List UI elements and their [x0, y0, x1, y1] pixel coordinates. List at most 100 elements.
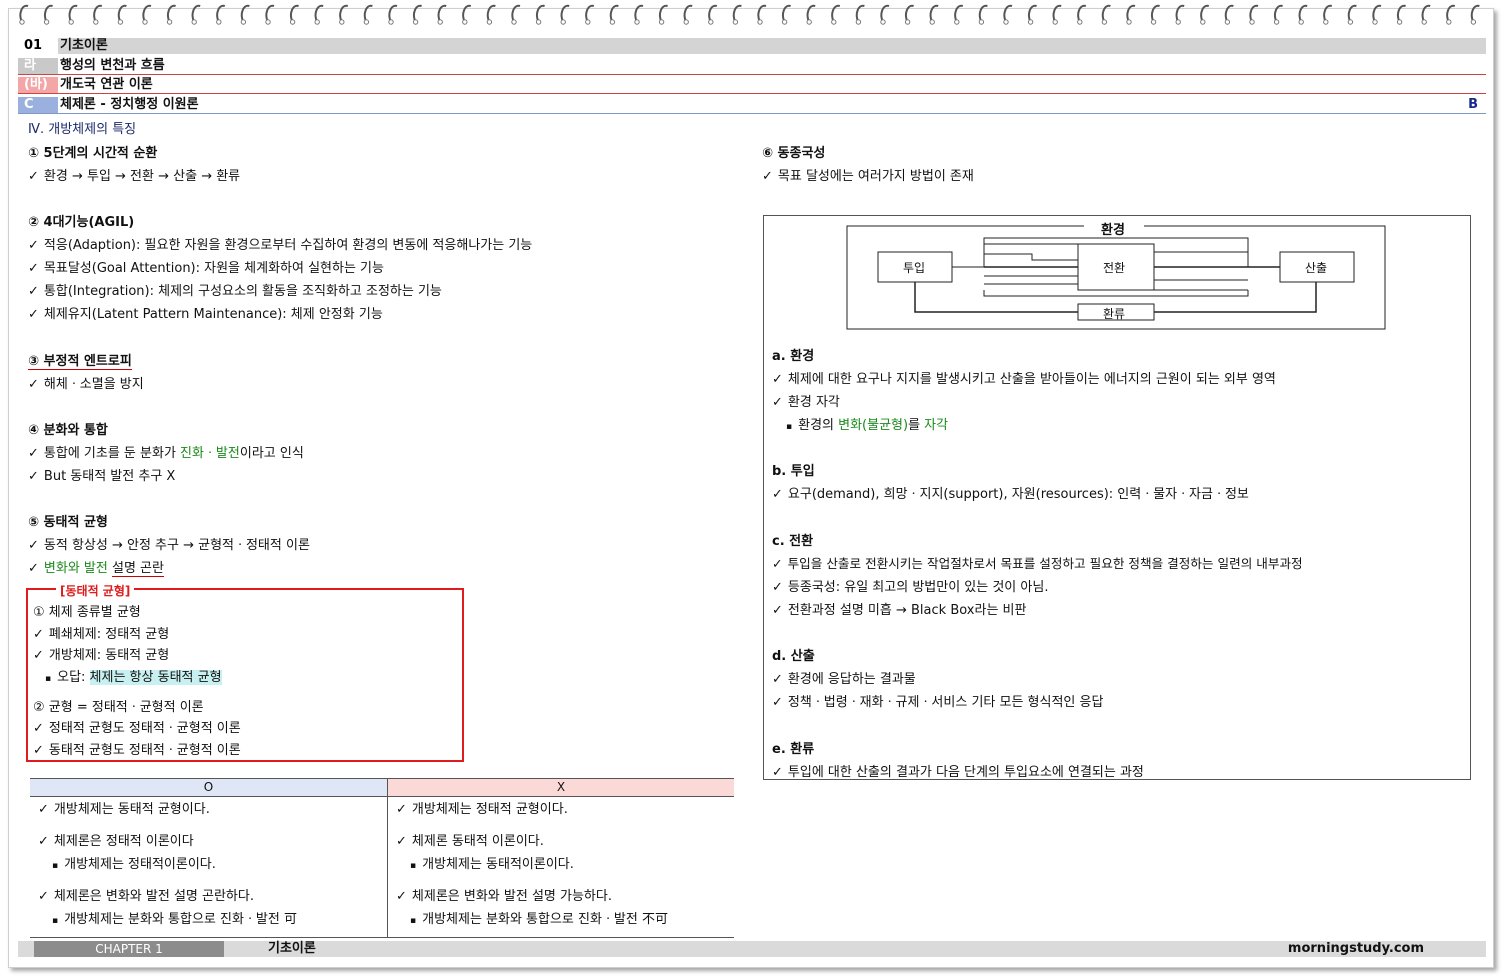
- spiral-hole: [904, 19, 911, 25]
- check-icon: ✓: [772, 556, 783, 571]
- s1-title: ① 5단계의 시간적 순환: [28, 146, 158, 161]
- s5-item: ✓ 변화와 발전 설명 곤란: [28, 561, 164, 577]
- check-icon: ✓: [762, 169, 773, 184]
- header-row-subsection: (바) 개도국 연관 이론: [18, 77, 1486, 94]
- a-item: ✓ 체제에 대한 요구나 지지를 발생시키고 산출을 받아들이는 에너지의 근원이…: [772, 372, 1276, 387]
- footer-site: morningstudy.com: [1287, 941, 1424, 956]
- ox-x-cell: ✓ 개방체제는 정태적 균형이다.: [396, 802, 568, 817]
- spiral-hole: [1101, 19, 1108, 25]
- ox-o-cell: ✓ 체제론은 정태적 이론이다: [38, 834, 194, 849]
- spiral-hole: [1470, 19, 1477, 25]
- diagram-output-label: 산출: [1305, 261, 1328, 275]
- footer-chapter: CHAPTER 1: [34, 941, 224, 957]
- section-title: 행성의 변천과 흐름: [60, 58, 165, 73]
- dynamic-equilibrium-box-title: [동태적 균형]: [56, 582, 135, 599]
- spiral-hole: [1347, 19, 1354, 25]
- box-item: ✓ 정태적 균형도 정태적ㆍ균형적 이론: [33, 721, 241, 736]
- spiral-hole: [117, 19, 124, 25]
- line-b: [984, 253, 1078, 261]
- c-title: c. 전환: [772, 534, 814, 549]
- diagram-conversion-label: 전환: [1103, 261, 1126, 275]
- ox-x-cell: ▪ 개방체제는 동태적이론이다.: [410, 857, 574, 872]
- spiral-hole: [1150, 19, 1157, 25]
- s1-item: ✓ 환경 → 투입 → 전환 → 산출 → 환류: [28, 169, 241, 184]
- bullet-icon: ▪: [410, 861, 417, 871]
- a-item: ✓ 환경 자각: [772, 395, 840, 410]
- spiral-hole: [1396, 19, 1403, 25]
- spiral-hole: [1273, 19, 1280, 25]
- check-icon: ✓: [396, 834, 407, 849]
- spiral-hole: [1027, 19, 1034, 25]
- subsection-title: 개도국 연관 이론: [60, 77, 153, 92]
- spiral-hole: [658, 19, 665, 25]
- check-icon: ✓: [33, 627, 44, 642]
- check-icon: ✓: [38, 834, 49, 849]
- header-row-topic: C 체제론 - 정치행정 이원론 B: [18, 97, 1486, 114]
- check-icon: ✓: [28, 307, 39, 322]
- check-icon: ✓: [28, 561, 39, 576]
- spiral-hole: [1003, 19, 1009, 25]
- spiral-hole: [412, 19, 419, 25]
- feedback-right: [1154, 282, 1317, 313]
- bullet-icon: ▪: [52, 916, 59, 926]
- check-icon: ✓: [33, 721, 44, 736]
- bullet-icon: ▪: [45, 674, 52, 684]
- section-number: 라: [18, 58, 58, 74]
- spiral-hole: [609, 19, 616, 25]
- check-icon: ✓: [28, 284, 39, 299]
- spiral-hole: [93, 19, 99, 25]
- b-title: b. 투입: [772, 464, 815, 479]
- spiral-hole: [1175, 19, 1181, 25]
- subsection-number: (바): [18, 77, 58, 93]
- s5-item: ✓ 동적 항상성 → 안정 추구 → 균형적ㆍ정태적 이론: [28, 538, 310, 553]
- box-subtitle: ② 균형 = 정태적ㆍ균형적 이론: [33, 700, 204, 715]
- ox-o-cell: ✓ 체제론은 변화와 발전 설명 곤란하다.: [38, 889, 254, 904]
- box-bullet: ▪ 오답: 체제는 항상 동태적 균형: [45, 670, 222, 685]
- feedback-left: [914, 282, 1078, 313]
- spiral-hole: [1224, 19, 1231, 25]
- line-j: [983, 290, 1249, 297]
- s3-title: ③ 부정적 엔트로피: [28, 354, 132, 370]
- topic-number: C: [18, 97, 58, 113]
- spiral-hole: [19, 19, 25, 25]
- check-icon: ✓: [28, 446, 39, 461]
- d-item: ✓ 정책ㆍ법령ㆍ재화ㆍ규제ㆍ서비스 기타 모든 형식적인 응답: [772, 695, 1104, 710]
- spiral-hole: [339, 19, 345, 25]
- spiral-hole: [585, 19, 591, 25]
- ox-table-bottom-line: [30, 937, 734, 938]
- spiral-hole: [954, 19, 960, 25]
- spiral-hole: [1298, 19, 1304, 25]
- s2-item: ✓ 통합(Integration): 체제의 구성요소의 활동을 조직화하고 조정…: [28, 284, 442, 299]
- c-item: ✓ 투입을 산출로 전환시키는 작업절차로서 목표를 설정하고 필요한 정책을 결…: [772, 556, 1303, 571]
- spiral-hole: [1200, 19, 1206, 25]
- s2-item: ✓ 목표달성(Goal Attention): 자원을 체계화하여 실현하는 기능: [28, 261, 384, 276]
- bullet-icon: ▪: [410, 916, 417, 926]
- check-icon: ✓: [28, 377, 39, 392]
- diagram-env-label: 환경: [1101, 223, 1125, 238]
- check-icon: ✓: [28, 261, 39, 276]
- spiral-hole: [855, 19, 862, 25]
- spiral-hole: [1421, 19, 1427, 25]
- ox-table-divider: [387, 778, 388, 938]
- s2-item: ✓ 적응(Adaption): 필요한 자원을 환경으로부터 수집하여 환경의 변…: [28, 238, 533, 253]
- e-title: e. 환류: [772, 742, 815, 757]
- spiral-hole: [1372, 19, 1378, 25]
- spiral-hole: [265, 19, 271, 25]
- ox-o-cell: ▪ 개방체제는 정태적이론이다.: [52, 857, 216, 872]
- s5-title: ⑤ 동태적 균형: [28, 515, 108, 530]
- check-icon: ✓: [33, 743, 44, 758]
- check-icon: ✓: [772, 765, 783, 780]
- d-item: ✓ 환경에 응답하는 결과물: [772, 672, 916, 687]
- bullet-icon: ▪: [786, 422, 793, 432]
- spiral-hole: [240, 19, 247, 25]
- footer-title: 기초이론: [268, 941, 316, 956]
- box-subtitle: ① 체제 종류별 균형: [33, 605, 141, 620]
- spiral-hole: [462, 19, 468, 25]
- spiral-hole: [1126, 19, 1132, 25]
- grade-badge: B: [1468, 97, 1478, 112]
- spiral-hole: [1446, 19, 1452, 25]
- e-item: ✓ 투입에 대한 산출의 결과가 다음 단계의 투입요소에 연결되는 과정: [772, 765, 1144, 780]
- spiral-hole: [314, 19, 320, 25]
- check-icon: ✓: [772, 603, 783, 618]
- diagram-input-label: 투입: [903, 261, 926, 275]
